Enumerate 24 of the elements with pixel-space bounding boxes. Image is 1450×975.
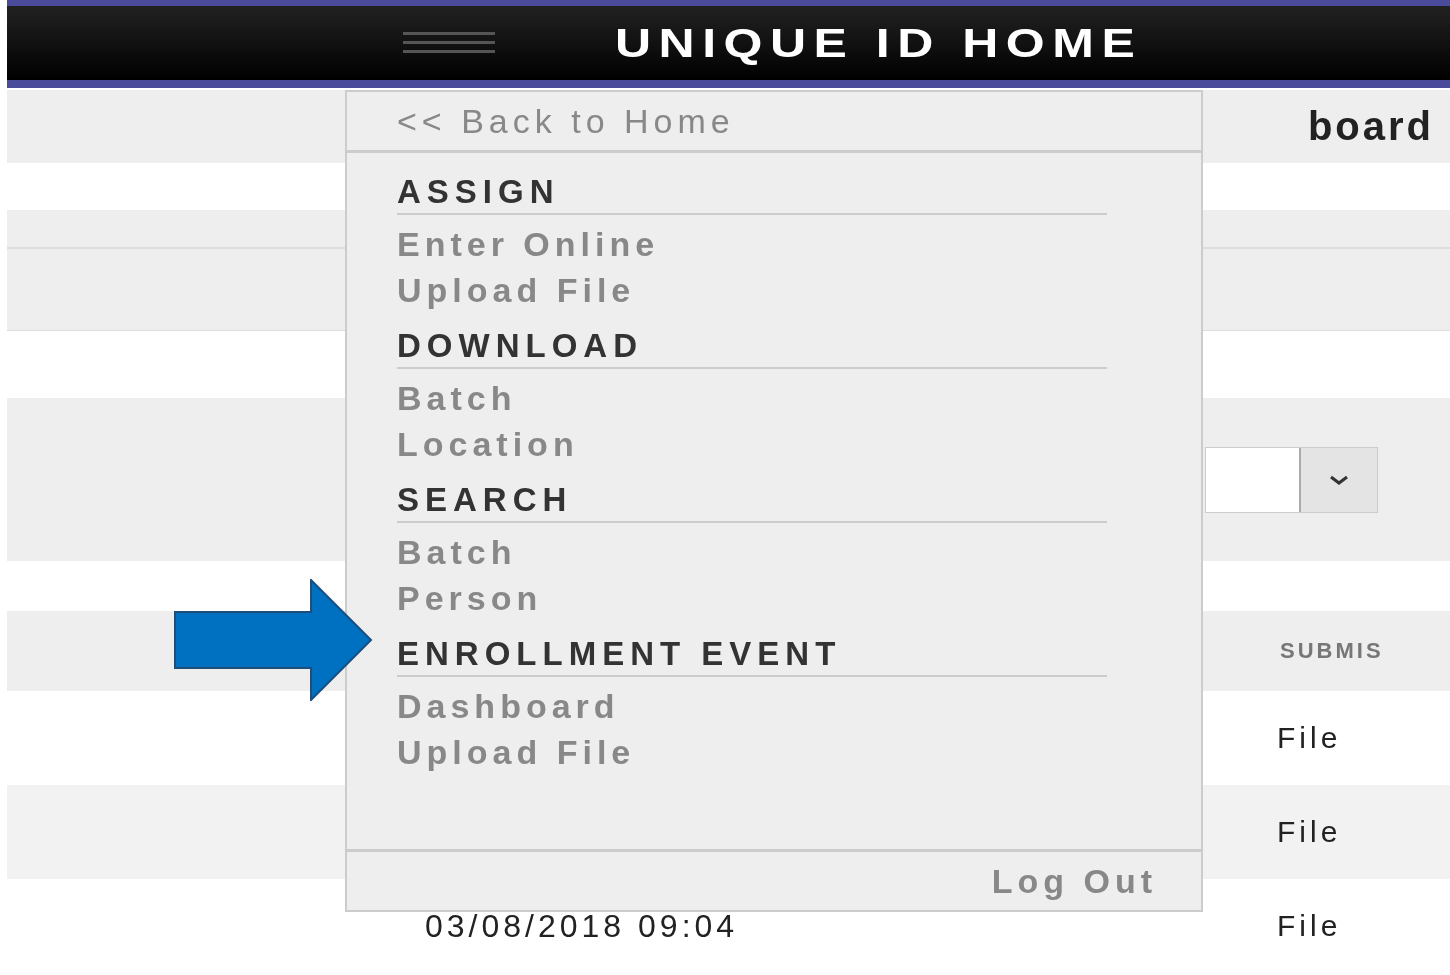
caret-icon: [1329, 474, 1349, 485]
menu-icon[interactable]: [403, 30, 495, 56]
menu-item[interactable]: Upload File: [397, 729, 1107, 775]
back-link[interactable]: << Back to Home: [347, 92, 1201, 153]
menu-item[interactable]: Batch: [397, 529, 1107, 575]
table-cell: 03/08/2018 09:04: [425, 907, 739, 945]
menu-item[interactable]: Location: [397, 421, 1107, 467]
section-heading: ASSIGN: [397, 173, 1107, 215]
table-cell: File: [1277, 721, 1342, 755]
section-heading: ENROLLMENT EVENT: [397, 635, 1107, 677]
column-header: SUBMIS: [1280, 638, 1384, 664]
dropdown-field[interactable]: [1205, 446, 1378, 513]
table-cell: File: [1277, 815, 1342, 849]
menu-item[interactable]: Enter Online: [397, 221, 1107, 267]
arrow-icon: [174, 579, 374, 701]
menu-item[interactable]: Person: [397, 575, 1107, 621]
section-heading: SEARCH: [397, 481, 1107, 523]
page-title: UNIQUE ID HOME: [615, 20, 1143, 66]
page-heading: board: [1307, 104, 1434, 149]
menu-item[interactable]: Batch: [397, 375, 1107, 421]
section-heading: DOWNLOAD: [397, 327, 1107, 369]
menu-item[interactable]: Dashboard: [397, 683, 1107, 729]
logout-link[interactable]: Log Out: [991, 861, 1157, 901]
table-cell: File: [1277, 909, 1342, 943]
